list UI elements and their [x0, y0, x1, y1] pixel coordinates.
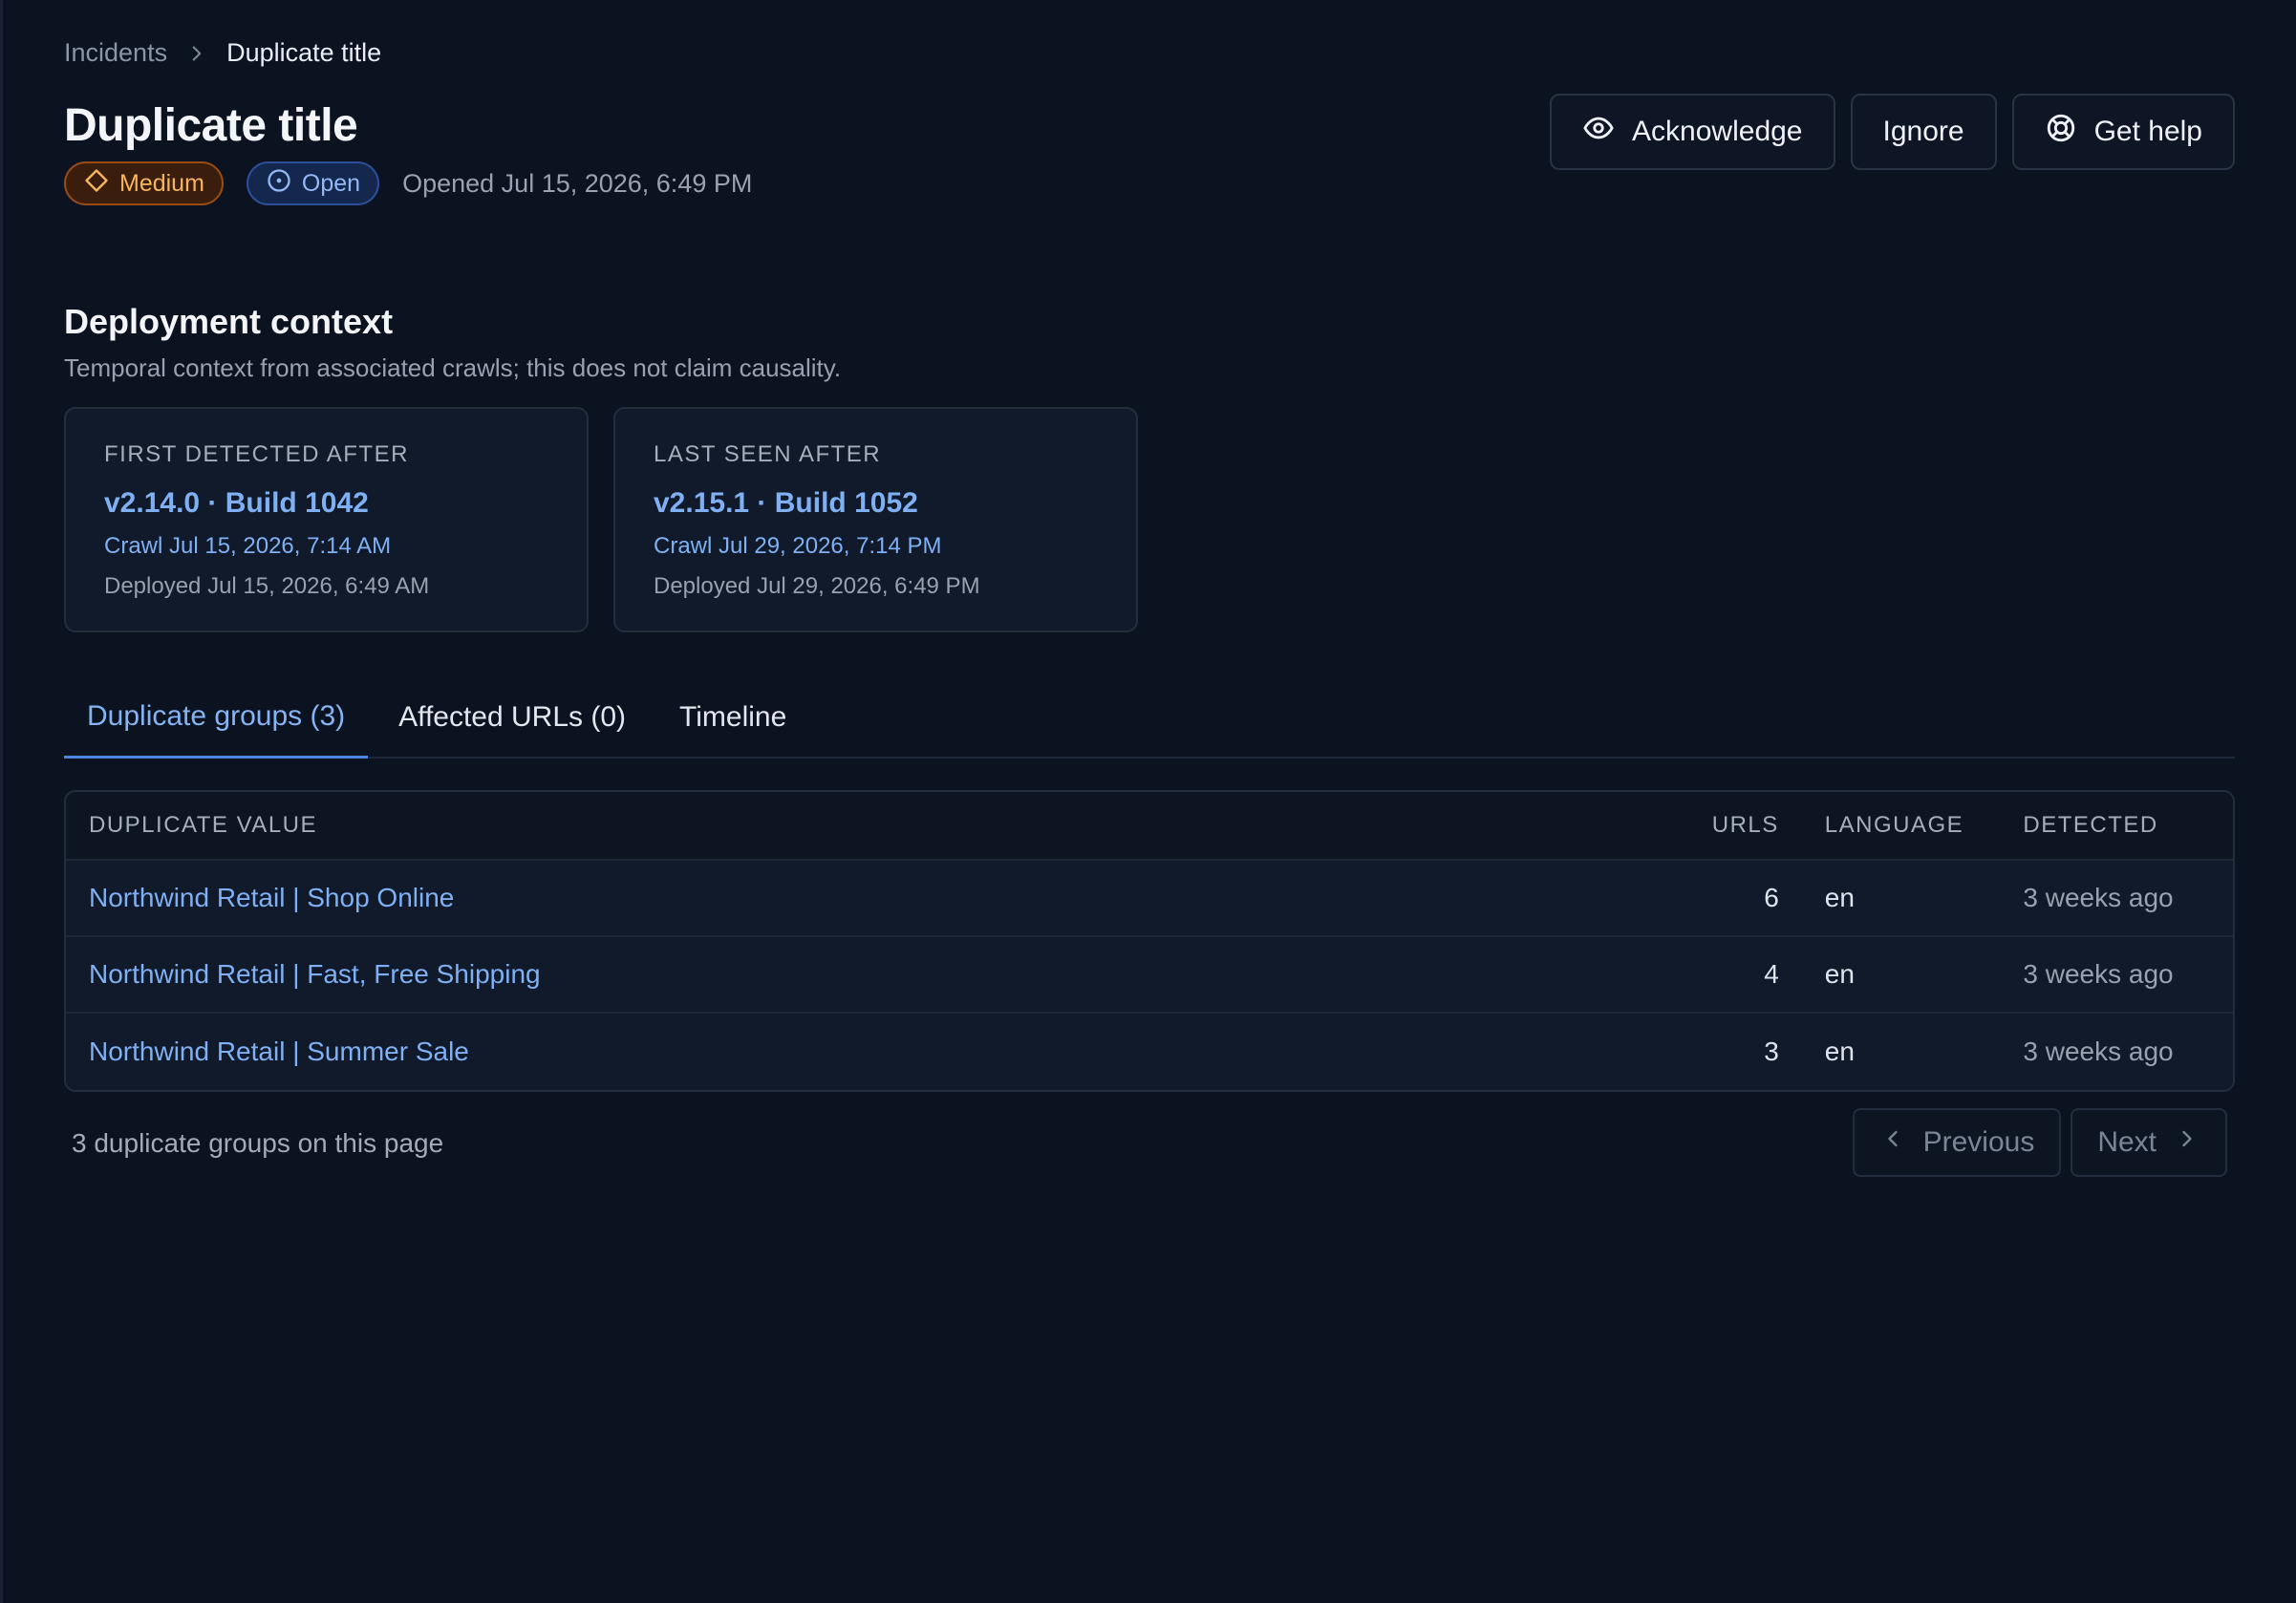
lifebuoy-icon [2045, 112, 2077, 152]
duplicate-value-link[interactable]: Northwind Retail | Fast, Free Shipping [66, 959, 1617, 990]
card-version-link[interactable]: v2.15.1 · Build 1052 [654, 487, 1098, 520]
language-cell: en [1824, 959, 1855, 989]
circle-dot-icon [266, 167, 292, 201]
card-crawl-link[interactable]: Crawl Jul 15, 2026, 7:14 AM [104, 533, 548, 560]
duplicate-groups-table: DUPLICATE VALUE URLS LANGUAGE DETECTED N… [64, 790, 2235, 1092]
detected-cell: 3 weeks ago [2023, 883, 2174, 912]
table-header: DUPLICATE VALUE URLS LANGUAGE DETECTED [66, 792, 2233, 861]
diamond-icon [83, 167, 110, 201]
card-label: FIRST DETECTED AFTER [104, 441, 409, 467]
opened-timestamp: Opened Jul 15, 2026, 6:49 PM [402, 168, 753, 198]
incident-meta: Medium Open Opened Jul 15, 2026, 6:49 PM [64, 161, 752, 205]
breadcrumb-incidents-link[interactable]: Incidents [64, 38, 167, 68]
previous-page-button[interactable]: Previous [1852, 1108, 2062, 1177]
deployment-context-subtitle: Temporal context from associated crawls;… [64, 353, 842, 382]
chevron-left-icon [1879, 1125, 1906, 1160]
page-title: Duplicate title [64, 100, 358, 151]
card-label: LAST SEEN AFTER [654, 441, 882, 467]
eye-icon [1582, 112, 1615, 152]
deployment-context-title: Deployment context [64, 302, 394, 341]
deployment-cards: FIRST DETECTED AFTER v2.14.0 · Build 104… [64, 407, 1138, 632]
next-label: Next [2097, 1126, 2157, 1158]
table-row[interactable]: Northwind Retail | Fast, Free Shipping 4… [66, 937, 2233, 1014]
incident-actions: Acknowledge Ignore Get help [1550, 94, 2235, 170]
last-seen-card: LAST SEEN AFTER v2.15.1 · Build 1052 Cra… [613, 407, 1138, 632]
next-page-button[interactable]: Next [2071, 1108, 2227, 1177]
status-badge: Open [246, 161, 380, 205]
table-row[interactable]: Northwind Retail | Summer Sale 3 en 3 we… [66, 1014, 2233, 1090]
detected-cell: 3 weeks ago [2023, 1037, 2174, 1066]
chevron-right-icon [184, 41, 209, 66]
column-header-detected: DETECTED [2023, 812, 2158, 838]
breadcrumb-current: Duplicate title [226, 38, 382, 67]
table-row[interactable]: Northwind Retail | Shop Online 6 en 3 we… [66, 861, 2233, 937]
card-deployed-time: Deployed Jul 29, 2026, 6:49 PM [654, 573, 980, 599]
chevron-right-icon [2174, 1125, 2200, 1160]
card-crawl-link[interactable]: Crawl Jul 29, 2026, 7:14 PM [654, 533, 1098, 560]
card-deployed-time: Deployed Jul 15, 2026, 6:49 AM [104, 573, 430, 599]
detected-cell: 3 weeks ago [2023, 959, 2174, 989]
tab-affected-urls[interactable]: Affected URLs (0) [376, 676, 649, 759]
left-edge-divider [0, 0, 3, 1603]
urls-count: 4 [1764, 959, 1779, 989]
ignore-button[interactable]: Ignore [1850, 94, 1997, 170]
breadcrumb: Incidents Duplicate title [64, 38, 381, 68]
first-detected-card: FIRST DETECTED AFTER v2.14.0 · Build 104… [64, 407, 589, 632]
get-help-button[interactable]: Get help [2011, 94, 2235, 170]
language-cell: en [1824, 883, 1855, 912]
previous-label: Previous [1922, 1126, 2035, 1158]
column-header-language: LANGUAGE [1824, 812, 1964, 838]
pagination: Previous Next [1852, 1108, 2227, 1177]
severity-label: Medium [119, 169, 204, 197]
duplicate-value-link[interactable]: Northwind Retail | Summer Sale [66, 1037, 1617, 1067]
column-header-urls: URLS [1711, 812, 1779, 838]
groups-count-text: 3 duplicate groups on this page [72, 1128, 444, 1158]
status-label: Open [301, 169, 361, 197]
severity-badge: Medium [64, 161, 224, 205]
acknowledge-label: Acknowledge [1632, 116, 1803, 147]
get-help-label: Get help [2093, 116, 2202, 147]
incident-page: Incidents Duplicate title Duplicate titl… [0, 0, 2296, 1603]
language-cell: en [1824, 1037, 1855, 1066]
urls-count: 3 [1764, 1037, 1779, 1066]
acknowledge-button[interactable]: Acknowledge [1550, 94, 1835, 170]
ignore-label: Ignore [1882, 116, 1964, 147]
tab-duplicate-groups[interactable]: Duplicate groups (3) [64, 676, 369, 759]
tab-timeline[interactable]: Timeline [656, 676, 809, 759]
duplicate-value-link[interactable]: Northwind Retail | Shop Online [66, 883, 1617, 913]
column-header-duplicate-value: DUPLICATE VALUE [89, 812, 318, 838]
tab-bar: Duplicate groups (3) Affected URLs (0) T… [64, 676, 2235, 759]
card-version-link[interactable]: v2.14.0 · Build 1042 [104, 487, 548, 520]
urls-count: 6 [1764, 883, 1779, 912]
